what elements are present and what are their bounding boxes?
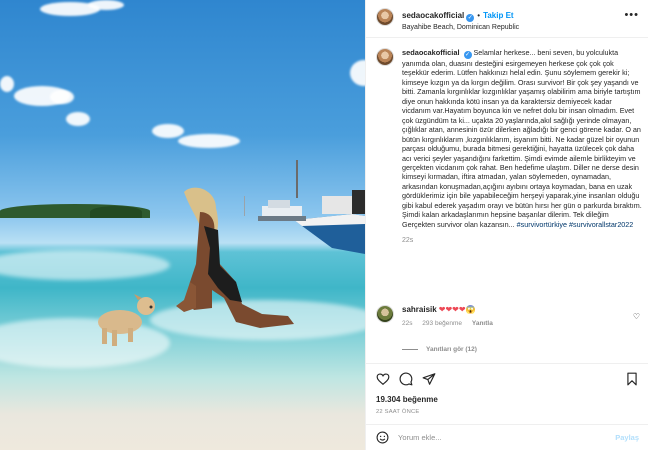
foam <box>0 250 170 280</box>
hashtag-link[interactable]: #survivortürkiye <box>517 220 567 229</box>
hashtag-link[interactable]: #survivorallstar2022 <box>569 220 633 229</box>
caption: sedaocakofficial ✓ Selamlar herkese... be… <box>376 48 642 246</box>
avatar[interactable] <box>376 305 394 323</box>
post-actions: 19.304 beğenme 22 SAAT ÖNCE <box>366 363 648 415</box>
comment: sahraisik ❤❤❤❤😱 22s 293 beğenme Yanıtla … <box>376 305 642 329</box>
separator: • <box>477 11 481 20</box>
add-comment-bar: Yorum ekle... Paylaş <box>366 424 648 450</box>
comment-meta: 22s 293 beğenme Yanıtla <box>402 319 501 329</box>
header-username[interactable]: sedaocakofficial <box>402 11 464 20</box>
verified-badge-icon: ✓ <box>466 14 475 22</box>
cloud <box>178 134 240 148</box>
follow-button[interactable]: Takip Et <box>483 11 514 20</box>
comment-likes[interactable]: 293 beğenme <box>422 320 462 327</box>
header-names: sedaocakofficial ✓ • Takip Et Bayahibe Beac… <box>402 8 519 33</box>
comment-input[interactable]: Yorum ekle... <box>398 433 615 442</box>
location-link[interactable]: Bayahibe Beach, Dominican Republic <box>402 22 519 33</box>
caption-text: Selamlar herkese... beni seven, bu yolcu… <box>402 48 642 229</box>
more-options-icon[interactable]: ••• <box>624 9 639 21</box>
woman-figure <box>176 187 294 328</box>
caption-username[interactable]: sedaocakofficial <box>402 48 460 57</box>
avatar[interactable] <box>376 8 394 26</box>
comment-body: sahraisik ❤❤❤❤😱 22s 293 beğenme Yanıtla <box>402 305 501 329</box>
emoji-icon[interactable] <box>376 431 389 444</box>
cloud <box>0 76 14 92</box>
post-age: 22 SAAT ÖNCE <box>376 409 420 415</box>
caption-body: sedaocakofficial ✓ Selamlar herkese... be… <box>402 48 642 246</box>
bookmark-icon[interactable] <box>625 372 639 386</box>
comment-username[interactable]: sahraisik <box>402 305 437 314</box>
post-photo[interactable] <box>0 0 365 450</box>
verified-badge-icon: ✓ <box>463 51 472 59</box>
view-replies[interactable]: Yanıtları gör (12) <box>402 346 477 353</box>
cloud <box>152 124 184 138</box>
divider <box>402 349 418 350</box>
reply-button[interactable]: Yanıtla <box>472 320 493 327</box>
heart-icon[interactable] <box>376 372 390 386</box>
island <box>90 206 142 218</box>
share-icon[interactable] <box>422 372 436 386</box>
view-replies-label[interactable]: Yanıtları gör (12) <box>426 346 477 353</box>
post-header: sedaocakofficial ✓ • Takip Et Bayahibe Beac… <box>366 0 648 38</box>
caption-time: 22s <box>402 237 414 245</box>
comment-emoji: 😱 <box>465 305 476 314</box>
cloud <box>350 60 365 86</box>
like-count[interactable]: 19.304 beğenme <box>376 395 639 404</box>
cloud <box>50 90 74 104</box>
comment-text: ❤❤❤❤ <box>438 305 466 314</box>
post-side-panel: sedaocakofficial ✓ • Takip Et Bayahibe Beac… <box>365 0 648 450</box>
comment-time: 22s <box>402 320 413 327</box>
action-icons <box>376 371 639 387</box>
post-comment-button[interactable]: Paylaş <box>615 433 639 442</box>
cloud <box>66 112 90 126</box>
dog-figure <box>98 294 155 346</box>
comment-like-heart-icon[interactable]: ♡ <box>633 312 640 321</box>
cloud <box>88 0 124 10</box>
avatar[interactable] <box>376 48 394 66</box>
comment-icon[interactable] <box>399 372 413 386</box>
